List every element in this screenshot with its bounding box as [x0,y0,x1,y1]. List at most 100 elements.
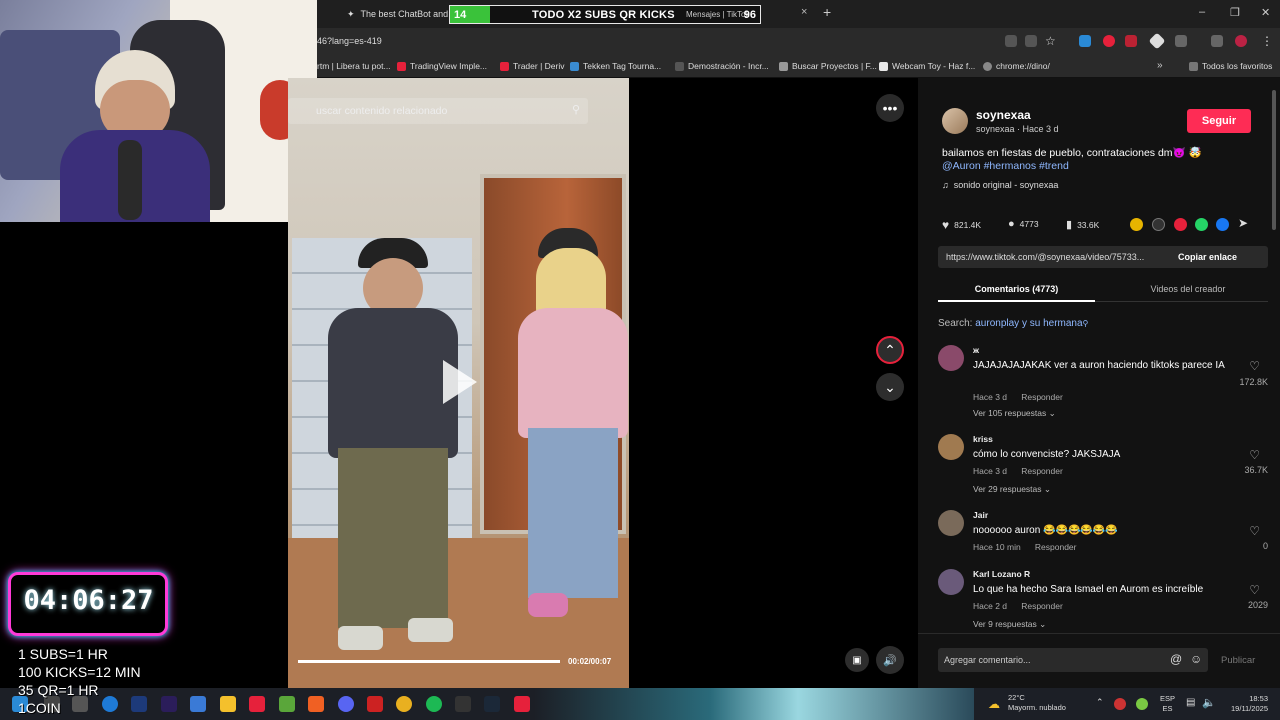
view-replies[interactable]: Ver 29 respuestas ⌄ [973,484,1051,495]
embed-icon[interactable] [1152,218,1165,231]
emoji-icon[interactable]: ☺ [1190,652,1202,666]
comment-username[interactable]: kriss [973,434,993,444]
comment-like-icon[interactable]: ♡ [1249,583,1260,597]
panel-scrollbar[interactable] [1272,90,1276,230]
tray-icon[interactable] [1136,698,1148,710]
discord-icon[interactable] [338,696,354,712]
task-view-icon[interactable] [72,696,88,712]
all-favorites[interactable]: Todos los favoritos [1189,61,1272,71]
search-icon[interactable]: ⚲ [572,103,580,116]
tab-comments[interactable]: Comentarios (4773) [938,284,1095,294]
view-replies[interactable]: Ver 105 respuestas ⌄ [973,408,1056,419]
weather-widget[interactable]: 22°C Mayorm. nublado [1008,693,1066,713]
comment-action[interactable]: ● 4773 [1008,218,1039,230]
photoshop-icon[interactable] [131,696,147,712]
store-icon[interactable] [190,696,206,712]
comment-avatar[interactable] [938,569,964,595]
play-icon[interactable] [443,360,477,404]
bookmark-item[interactable]: chrome://dino/ [983,61,1050,71]
mention-icon[interactable]: @ [1170,652,1182,666]
extension-icon[interactable] [1103,35,1115,47]
premiere-icon[interactable] [161,696,177,712]
folder-icon[interactable] [220,696,236,712]
app-icon[interactable] [367,696,383,712]
bookmark-item[interactable]: Tekken Tag Tourna... [570,61,661,71]
floating-player-button[interactable]: ▣ [845,648,869,672]
bookmark-item[interactable]: Demostración - Incr... [675,61,769,71]
deriv-icon[interactable] [249,696,265,712]
publish-button[interactable]: Publicar [1221,655,1255,666]
url-text[interactable]: 46?lang=es-419 [317,36,382,46]
next-video-button[interactable]: ⌄ [876,373,904,401]
coin-icon[interactable] [1130,218,1143,231]
bookmark-item[interactable]: TradingView Imple... [397,61,487,71]
comment-username[interactable]: Jair [973,510,988,520]
brave-icon[interactable] [308,696,324,712]
related-search-input[interactable]: uscar contenido relacionado ⚲ [288,98,588,124]
language-indicator[interactable]: ESP ES [1160,694,1175,714]
tab-creator-videos[interactable]: Videos del creador [1108,284,1268,294]
spotify-icon[interactable] [426,696,442,712]
new-tab-icon[interactable]: + [823,4,831,20]
extension-icon[interactable] [1079,35,1091,47]
bookmark-item[interactable]: Webcam Toy - Haz f... [879,61,975,71]
post-sound[interactable]: ♫ sonido original - soynexaa [942,180,1058,190]
comment-avatar[interactable] [938,434,964,460]
extension-icon[interactable] [1148,32,1166,50]
comment-username[interactable]: ж [973,345,979,355]
volume-icon[interactable]: 🔈 [1202,696,1216,709]
reply-button[interactable]: Responder [1021,392,1063,402]
save-action[interactable]: ▮ 33.6K [1066,218,1099,231]
send-icon[interactable] [1174,218,1187,231]
puzzle-icon[interactable] [1175,35,1187,47]
reply-button[interactable]: Responder [1021,601,1063,611]
minimize-icon[interactable]: – [1199,6,1205,18]
whatsapp-icon[interactable] [1195,218,1208,231]
edge-icon[interactable] [102,696,118,712]
more-options-button[interactable]: ••• [876,94,904,122]
star-icon[interactable]: ☆ [1045,34,1056,48]
comment-like-icon[interactable]: ♡ [1249,448,1260,462]
author-avatar[interactable] [942,108,968,134]
app-icon[interactable] [514,696,530,712]
video-progress-bar[interactable] [298,660,560,663]
comment-like-icon[interactable]: ♡ [1249,524,1260,538]
bookmark-item[interactable]: Buscar Proyectos | F... [779,61,877,71]
comment-avatar[interactable] [938,510,964,536]
tab-search-icon[interactable] [1211,35,1223,47]
copy-link-button[interactable]: Copiar enlace [1178,252,1237,262]
chevron-right-icon[interactable]: » [1157,60,1163,71]
reply-button[interactable]: Responder [1021,466,1063,476]
comment-like-icon[interactable]: ♡ [1249,359,1260,373]
reply-button[interactable]: Responder [1035,542,1077,552]
close-window-icon[interactable]: ✕ [1261,6,1270,19]
post-tags[interactable]: @Auron #hermanos #trend [942,160,1069,172]
chrome-icon[interactable] [396,696,412,712]
app-icon[interactable] [455,696,471,712]
translate-icon[interactable] [1025,35,1037,47]
like-action[interactable]: ♥ 821.4K [942,218,981,232]
install-icon[interactable] [1005,35,1017,47]
address-bar[interactable]: 46?lang=es-419 ☆ ⋮ [317,28,1280,56]
taskbar-clock[interactable]: 18:53 19/11/2025 [1222,694,1268,714]
link-field[interactable]: https://www.tiktok.com/@soynexaa/video/7… [938,246,1268,268]
minecraft-icon[interactable] [279,696,295,712]
avatar[interactable] [1235,35,1247,47]
steam-icon[interactable] [484,696,500,712]
search-query[interactable]: auronplay y su hermana [975,318,1082,329]
follow-button[interactable]: Seguir [1187,109,1251,133]
network-icon[interactable]: ▤ [1186,697,1195,708]
extension-icon[interactable] [1125,35,1137,47]
comment-avatar[interactable] [938,345,964,371]
facebook-icon[interactable] [1216,218,1229,231]
view-replies[interactable]: Ver 9 respuestas ⌄ [973,619,1046,630]
video-player[interactable]: uscar contenido relacionado ⚲ 00:02/00:0… [288,78,629,688]
previous-video-button[interactable]: ⌃ [876,336,904,364]
volume-button[interactable]: 🔊 [876,646,904,674]
close-icon[interactable]: × [801,6,807,18]
bookmark-item[interactable]: rtm | Libera tu pot... [317,61,391,71]
menu-icon[interactable]: ⋮ [1261,34,1273,48]
author-username[interactable]: soynexaa [976,108,1031,122]
share-icon[interactable]: ➤ [1238,216,1248,230]
bookmark-item[interactable]: Trader | Deriv [500,61,565,71]
